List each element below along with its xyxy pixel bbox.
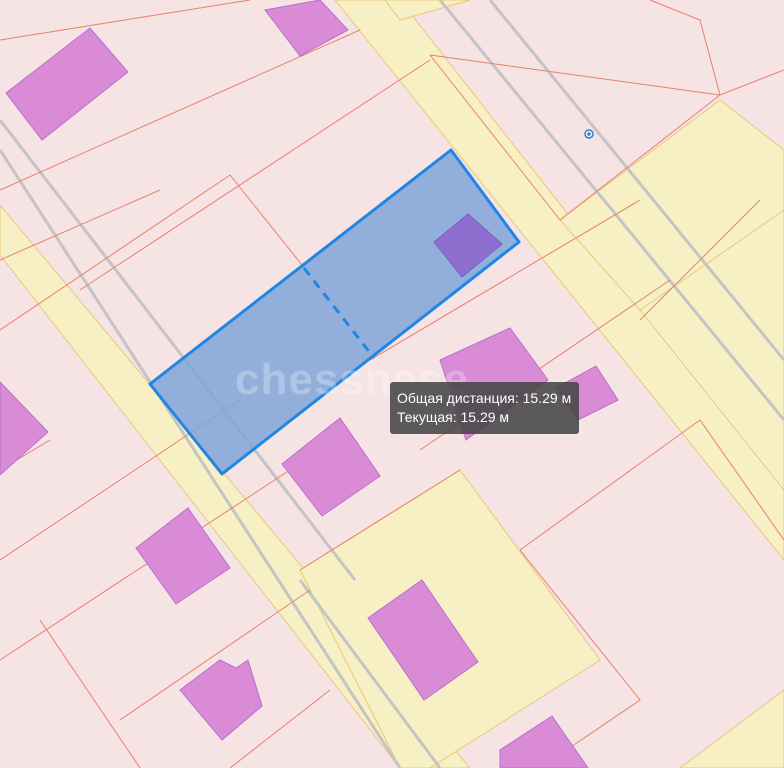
location-dot-icon[interactable] xyxy=(584,129,594,139)
distance-tooltip: Общая дистанция: 15.29 м Текущая: 15.29 … xyxy=(390,382,580,434)
total-distance-label: Общая дистанция: 15.29 м xyxy=(397,390,572,406)
current-distance-label: Текущая: 15.29 м xyxy=(397,409,510,425)
